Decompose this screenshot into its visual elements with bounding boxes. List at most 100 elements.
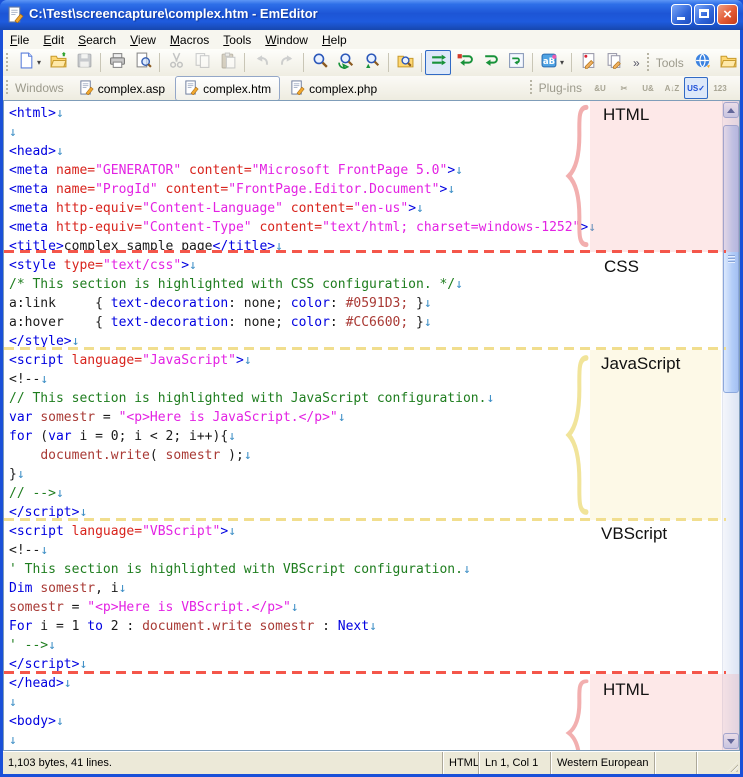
code-line: <script language="VBScript">↓ <box>9 522 722 541</box>
code-line: <script language="JavaScript">↓ <box>9 351 722 370</box>
menu-help[interactable]: Help <box>315 31 354 49</box>
find-button[interactable] <box>307 50 333 75</box>
wrap-by-window-button[interactable] <box>503 50 529 75</box>
record-macro-button[interactable] <box>575 50 601 75</box>
editor-area[interactable]: <html>↓↓<head>↓<meta name="GENERATOR" co… <box>3 100 740 751</box>
encode-selection-button[interactable]: U& <box>636 77 660 99</box>
find-next-icon <box>338 52 355 74</box>
explorer-folder-button[interactable] <box>716 50 742 75</box>
main-toolbar: ▾aB▾» <box>3 49 644 76</box>
plugins-label: Plug-ins <box>537 81 588 95</box>
down-arrow-icon <box>727 739 735 744</box>
maximize-button[interactable] <box>694 4 715 25</box>
menu-view[interactable]: View <box>123 31 163 49</box>
undo-button[interactable] <box>248 50 274 75</box>
code-line: ↓ <box>9 731 722 750</box>
close-button[interactable]: × <box>717 4 738 25</box>
document-icon <box>184 80 199 98</box>
wrap-by-character-button[interactable] <box>451 50 477 75</box>
sort-az-button[interactable]: A↓Z <box>660 77 684 99</box>
code-line: <style type="text/css">↓ <box>9 256 722 275</box>
insert-numbers-button[interactable]: 123 <box>708 77 732 99</box>
newline-mark: ↓ <box>56 486 64 501</box>
overflow-chevron[interactable]: » <box>629 56 644 70</box>
menu-search[interactable]: Search <box>71 31 123 49</box>
code-line: <meta name="GENERATOR" content="Microsof… <box>9 161 722 180</box>
run-macro-button[interactable] <box>601 50 627 75</box>
find-in-files-button[interactable] <box>392 50 418 75</box>
toolbar-grip[interactable] <box>529 80 534 97</box>
newline-mark: ↓ <box>56 144 64 159</box>
sort-az-icon: A↓Z <box>665 84 680 93</box>
toolbar-separator <box>388 53 389 72</box>
code-line: <body>↓ <box>9 712 722 731</box>
redo-button[interactable] <box>274 50 300 75</box>
open-folder-button[interactable] <box>45 50 71 75</box>
print-icon <box>109 52 126 74</box>
copy-button[interactable] <box>189 50 215 75</box>
code-line: <meta name="ProgId" content="FrontPage.E… <box>9 180 722 199</box>
menu-tools[interactable]: Tools <box>216 31 258 49</box>
toolbar-grip[interactable] <box>5 80 10 97</box>
encode-selection-icon: U& <box>642 84 654 93</box>
newline-mark: ↓ <box>416 201 424 216</box>
scrollbar-thumb[interactable] <box>723 125 739 393</box>
run-macro-icon <box>606 52 623 74</box>
find-next-button[interactable] <box>333 50 359 75</box>
code-line: <head>↓ <box>9 142 722 161</box>
wrap-by-word-button[interactable] <box>477 50 503 75</box>
toolbar-grip[interactable] <box>646 53 651 72</box>
status-syntax-mode: HTML <box>442 752 478 774</box>
document-icon <box>79 80 94 98</box>
record-macro-icon <box>580 52 597 74</box>
print-preview-button[interactable] <box>130 50 156 75</box>
toolbar-row: ▾aB▾» Tools » <box>3 49 740 77</box>
document-tabs: Windows complex.aspcomplex.htmcomplex.ph… <box>3 76 527 100</box>
newline-mark: ↓ <box>56 106 64 121</box>
newline-mark: ↓ <box>369 619 377 634</box>
new-document-button[interactable] <box>13 50 39 75</box>
code-text[interactable]: <html>↓↓<head>↓<meta name="GENERATOR" co… <box>4 101 722 750</box>
wrap-none-button[interactable] <box>425 50 451 75</box>
menu-macros[interactable]: Macros <box>163 31 216 49</box>
minimize-button[interactable] <box>671 4 692 25</box>
decode-selection-icon: &U <box>594 84 606 93</box>
title-bar[interactable]: C:\Test\screencapture\complex.htm - EmEd… <box>0 0 743 30</box>
newline-mark: ↓ <box>424 296 432 311</box>
cut-icon <box>168 52 185 74</box>
code-line: <!--↓ <box>9 370 722 389</box>
menu-bar: FileEditSearchViewMacrosToolsWindowHelp <box>3 30 740 50</box>
menu-file[interactable]: File <box>3 31 36 49</box>
status-bar: 1,103 bytes, 41 lines. HTML Ln 1, Col 1 … <box>3 751 740 774</box>
toolbar-separator <box>532 53 533 72</box>
decode-selection-button[interactable]: &U <box>588 77 612 99</box>
print-button[interactable] <box>104 50 130 75</box>
encoding-button[interactable]: aB <box>536 50 562 75</box>
status-empty-panel <box>696 752 724 774</box>
status-file-info: 1,103 bytes, 41 lines. <box>3 752 442 774</box>
menu-edit[interactable]: Edit <box>36 31 71 49</box>
tab-complex-php[interactable]: complex.php <box>282 78 385 100</box>
tab-complex-htm[interactable]: complex.htm <box>175 76 280 101</box>
menu-window[interactable]: Window <box>258 31 315 49</box>
save-button[interactable] <box>71 50 97 75</box>
vertical-scrollbar[interactable] <box>722 101 739 750</box>
resize-grip[interactable] <box>724 752 740 774</box>
newline-mark: ↓ <box>291 600 299 615</box>
code-line: a:hover { text-decoration: none; color: … <box>9 313 722 332</box>
spell-check-button[interactable]: US✓ <box>684 77 708 99</box>
toolbar-grip[interactable] <box>5 53 10 72</box>
find-in-files-icon <box>397 52 414 74</box>
delete-blank-lines-button[interactable]: ✂ <box>612 77 636 99</box>
cut-button[interactable] <box>163 50 189 75</box>
paste-button[interactable] <box>215 50 241 75</box>
tools-toolbar: Tools » <box>644 49 743 76</box>
scroll-down-button[interactable] <box>723 733 739 749</box>
tab-complex-asp[interactable]: complex.asp <box>71 78 173 100</box>
code-line: }↓ <box>9 465 722 484</box>
status-encoding: Western European <box>550 752 654 774</box>
scroll-up-button[interactable] <box>723 102 739 118</box>
web-browser-button[interactable] <box>690 50 716 75</box>
newline-mark: ↓ <box>455 277 463 292</box>
replace-button[interactable] <box>359 50 385 75</box>
